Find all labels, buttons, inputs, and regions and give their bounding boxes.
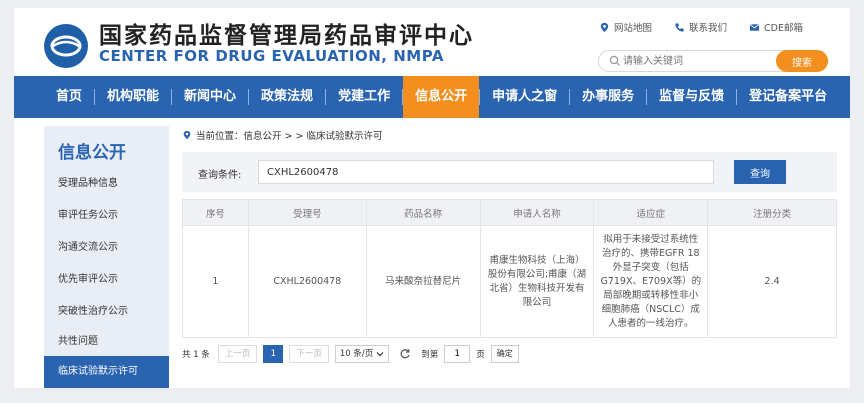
- sidebar: 信息公开 受理品种信息 审评任务公示 沟通交流公示 优先审评公示 突破性治疗公示…: [44, 126, 169, 388]
- breadcrumb-path[interactable]: 信息公开 > > 临床试验默示许可: [244, 128, 383, 142]
- site-title-chinese: 国家药品监督管理局药品审评中心: [99, 23, 474, 49]
- sidebar-item-clinical-trial-permission[interactable]: 临床试验默示许可: [44, 356, 169, 388]
- cell-applicant: 甫康生物科技（上海）股份有限公司;甫康（湖北省）生物科技开发有限公司: [479, 225, 595, 338]
- location-pin-icon: [183, 130, 191, 140]
- breadcrumb: 当前位置： 信息公开 > > 临床试验默示许可: [182, 128, 383, 142]
- total-count: 共 1 条: [182, 350, 210, 360]
- contact-link-label: 联系我们: [689, 23, 728, 34]
- chevron-down-icon: [376, 352, 384, 357]
- prev-page-button[interactable]: 上一页: [217, 345, 258, 363]
- results-table: 序号 受理号 药品名称 申请人名称 适应症 注册分类 1 CXHL2600478…: [182, 199, 837, 338]
- column-header: 序号: [182, 199, 249, 226]
- cde-logo[interactable]: [44, 24, 88, 68]
- search-icon: [609, 55, 620, 66]
- cell-indication: 拟用于未接受过系统性治疗的、携带EGFR 18外显子突变（包括G719X、E70…: [593, 225, 709, 338]
- mail-link[interactable]: CDE邮箱: [749, 20, 803, 34]
- goto-page-input[interactable]: [444, 345, 471, 363]
- sidebar-item-accepted-varieties[interactable]: 受理品种信息: [44, 169, 169, 199]
- sitemap-link[interactable]: 网站地图: [599, 20, 652, 34]
- page-size-select[interactable]: 10 条/页: [334, 345, 390, 363]
- column-header: 受理号: [247, 199, 367, 226]
- column-header: 申请人名称: [479, 199, 595, 226]
- column-header: 注册分类: [707, 199, 837, 226]
- cell-index: 1: [182, 225, 249, 338]
- cell-registration-class: 2.4: [707, 225, 837, 338]
- sidebar-item-breakthrough[interactable]: 突破性治疗公示: [44, 297, 169, 327]
- query-input[interactable]: [258, 160, 714, 184]
- goto-label: 到第: [421, 350, 439, 360]
- sitemap-link-label: 网站地图: [614, 23, 653, 34]
- nav-item-home[interactable]: 首页: [44, 76, 94, 118]
- logo-emblem-icon: [50, 35, 82, 57]
- nav-item-services[interactable]: 办事服务: [570, 76, 646, 118]
- query-bar: 查询条件: 查询: [182, 152, 837, 192]
- nav-item-registration[interactable]: 登记备案平台: [737, 76, 839, 118]
- table-row[interactable]: 1 CXHL2600478 马来酸奈拉替尼片 甫康生物科技（上海）股份有限公司;…: [182, 225, 837, 338]
- query-label: 查询条件:: [198, 170, 242, 181]
- mail-icon: [749, 23, 760, 31]
- refresh-icon[interactable]: [399, 348, 411, 360]
- query-button[interactable]: 查询: [734, 160, 786, 184]
- nav-item-applicant[interactable]: 申请人之窗: [480, 76, 569, 118]
- phone-icon: [675, 22, 684, 32]
- location-pin-icon: [600, 22, 609, 32]
- search-input[interactable]: [623, 53, 753, 69]
- nav-item-info-disclosure[interactable]: 信息公开: [403, 76, 480, 118]
- nav-item-policy[interactable]: 政策法规: [249, 76, 325, 118]
- site-search: 搜索: [598, 50, 828, 72]
- sidebar-title: 信息公开: [58, 143, 126, 163]
- pagination: 共 1 条 上一页 1 下一页 10 条/页 到第 页 确定: [182, 344, 519, 364]
- column-header: 适应症: [593, 199, 709, 226]
- main-nav: 首页 机构职能 新闻中心 政策法规 党建工作 信息公开 申请人之窗 办事服务 监…: [14, 76, 850, 118]
- top-links: 网站地图 联系我们 CDE邮箱: [599, 20, 825, 34]
- sidebar-item-communication[interactable]: 沟通交流公示: [44, 233, 169, 263]
- nav-item-party[interactable]: 党建工作: [326, 76, 402, 118]
- nav-item-functions[interactable]: 机构职能: [95, 76, 171, 118]
- sidebar-item-review-tasks[interactable]: 审评任务公示: [44, 201, 169, 231]
- goto-confirm-button[interactable]: 确定: [490, 345, 519, 363]
- site-title-english: CENTER FOR DRUG EVALUATION, NMPA: [99, 47, 444, 65]
- page-number-current[interactable]: 1: [263, 345, 284, 363]
- page-size-value: 10 条/页: [339, 349, 374, 359]
- sidebar-item-priority-review[interactable]: 优先审评公示: [44, 265, 169, 295]
- cell-drug-name: 马来酸奈拉替尼片: [365, 225, 481, 338]
- table-header-row: 序号 受理号 药品名称 申请人名称 适应症 注册分类: [182, 199, 837, 226]
- next-page-button[interactable]: 下一页: [289, 345, 329, 363]
- page-unit-label: 页: [476, 350, 485, 360]
- mail-link-label: CDE邮箱: [764, 23, 803, 34]
- breadcrumb-prefix: 当前位置：: [196, 131, 244, 142]
- site-header: 国家药品监督管理局药品审评中心 CENTER FOR DRUG EVALUATI…: [14, 8, 850, 76]
- nav-item-news[interactable]: 新闻中心: [172, 76, 248, 118]
- sidebar-item-common-issues[interactable]: 共性问题: [44, 327, 169, 357]
- search-button[interactable]: 搜索: [776, 50, 828, 72]
- page-frame: 国家药品监督管理局药品审评中心 CENTER FOR DRUG EVALUATI…: [14, 8, 850, 388]
- nav-item-supervision[interactable]: 监督与反馈: [647, 76, 736, 118]
- column-header: 药品名称: [365, 199, 481, 226]
- contact-link[interactable]: 联系我们: [674, 20, 727, 34]
- cell-acceptance-number: CXHL2600478: [247, 225, 367, 338]
